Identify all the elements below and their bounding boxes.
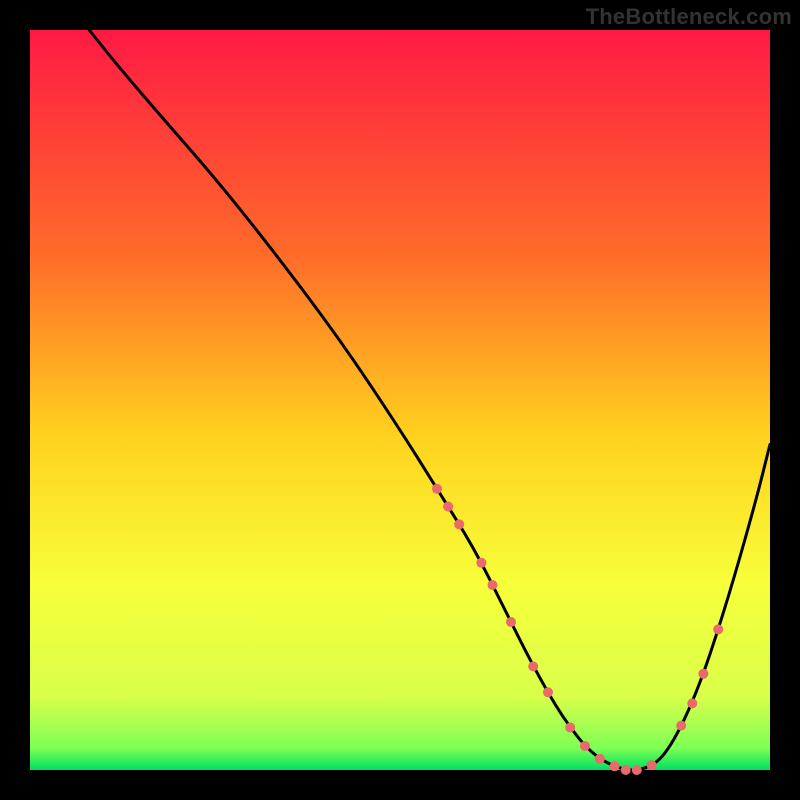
curve-marker xyxy=(647,760,657,770)
curve-marker xyxy=(454,519,464,529)
curve-marker xyxy=(676,721,686,731)
curve-marker xyxy=(443,502,453,512)
curve-marker xyxy=(632,765,642,775)
chart-container: TheBottleneck.com xyxy=(0,0,800,800)
curve-marker xyxy=(543,687,553,697)
curve-marker xyxy=(580,741,590,751)
curve-marker xyxy=(595,754,605,764)
chart-plot-area xyxy=(30,30,770,770)
curve-marker xyxy=(488,580,498,590)
curve-marker xyxy=(432,484,442,494)
bottleneck-chart xyxy=(0,0,800,800)
curve-marker xyxy=(698,669,708,679)
curve-marker xyxy=(565,722,575,732)
curve-marker xyxy=(506,617,516,627)
watermark-label: TheBottleneck.com xyxy=(586,4,792,30)
curve-marker xyxy=(621,765,631,775)
curve-marker xyxy=(476,558,486,568)
curve-marker xyxy=(610,761,620,771)
curve-marker xyxy=(528,661,538,671)
curve-marker xyxy=(687,698,697,708)
curve-marker xyxy=(713,624,723,634)
